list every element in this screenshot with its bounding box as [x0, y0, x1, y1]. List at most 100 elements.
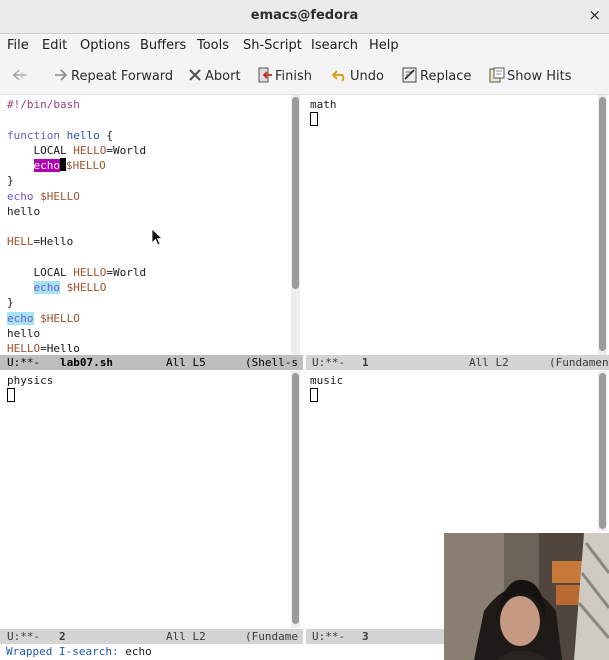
modeline-buffer-name[interactable]: 3 [362, 629, 369, 644]
menu-file[interactable]: File [7, 38, 29, 53]
code-text: #!/bin/bash function hello { LOCAL HELLO… [7, 97, 146, 355]
isearch-match: echo [7, 311, 34, 325]
buffer-line: music [310, 374, 344, 387]
isearch-current-match: echo [33, 159, 60, 172]
code-text-fragment: =Hello [33, 235, 74, 249]
code-text-fragment: hello [7, 326, 41, 340]
modeline-buffer-name[interactable]: lab07.sh [60, 355, 113, 370]
isearch-string: echo [125, 645, 152, 658]
show-hits-button[interactable]: Show Hits [489, 67, 571, 84]
undo-button[interactable]: Undo [332, 67, 384, 84]
show-hits-label: Show Hits [507, 69, 572, 84]
music-modeline[interactable]: U:**- 3 [306, 629, 444, 644]
modeline-status: U:**- [312, 630, 346, 643]
tool-bar: Repeat Forward Abort Finish Undo Replace… [0, 58, 609, 95]
window-title: emacs@fedora [250, 8, 359, 23]
physics-modeline[interactable]: U:**- 2 All L2 (Fundame [0, 629, 303, 644]
isearch-prompt: Wrapped I-search: [6, 645, 119, 658]
code-text-fragment: LOCAL [7, 265, 74, 279]
variable-name: HELLO [7, 342, 41, 355]
repeat-forward-label: Repeat Forward [71, 69, 174, 84]
variable-ref: $HELLO [66, 281, 107, 294]
code-line: } [7, 295, 146, 310]
x-icon [189, 69, 201, 81]
scrollbar-thumb[interactable] [292, 373, 299, 624]
menu-bar: File Edit Options Buffers Tools Sh-Scrip… [0, 34, 609, 58]
keyword: function [7, 128, 60, 142]
variable-ref: $HELLO [66, 159, 106, 172]
code-window[interactable]: #!/bin/bash function hello { LOCAL HELLO… [0, 95, 290, 355]
close-icon[interactable]: × [588, 6, 601, 24]
code-scrollbar[interactable] [291, 95, 300, 355]
finish-button[interactable]: Finish [257, 67, 312, 84]
modeline-buffer-name[interactable]: 2 [59, 629, 66, 644]
undo-icon [332, 70, 345, 82]
modeline-position: All L2 [166, 630, 206, 643]
math-scrollbar[interactable] [598, 95, 607, 355]
menu-sh-script[interactable]: Sh-Script [243, 38, 302, 53]
buffer-text: physics [7, 373, 53, 404]
code-line: hello [7, 204, 146, 219]
back-arrow-icon[interactable] [12, 67, 30, 84]
function-name: hello [66, 128, 100, 142]
code-line: #!/bin/bash [7, 97, 146, 112]
abort-label: Abort [205, 69, 241, 84]
menu-help[interactable]: Help [369, 38, 399, 53]
menu-tools[interactable]: Tools [197, 38, 229, 53]
finish-icon [258, 67, 272, 83]
code-text-fragment: } [7, 296, 14, 310]
physics-window[interactable]: physics [0, 371, 290, 628]
code-line: echo $HELLO [7, 189, 146, 204]
replace-label: Replace [420, 69, 472, 84]
isearch-match: echo [33, 281, 60, 294]
modeline-position: All L2 [469, 356, 509, 369]
modeline-buffer-name[interactable]: 1 [362, 355, 369, 370]
modeline-status: U:**- [7, 356, 41, 369]
math-window[interactable]: math [305, 95, 595, 355]
buffer-text: math [310, 97, 337, 128]
code-text-fragment: hello [7, 204, 41, 218]
forward-arrow-icon [55, 69, 68, 81]
variable-ref: $HELLO [40, 189, 80, 203]
code-modeline[interactable]: U:**- lab07.sh All L5 (Shell-s [0, 355, 303, 370]
repeat-forward-button[interactable]: Repeat Forward [53, 67, 173, 84]
code-line: function hello { [7, 128, 146, 143]
cursor-line [7, 388, 53, 403]
modeline-mode[interactable]: (Fundame [245, 629, 298, 644]
replace-button[interactable]: Replace [402, 67, 471, 84]
code-line: LOCAL HELLO=World [7, 143, 146, 158]
scrollbar-thumb[interactable] [599, 373, 606, 529]
physics-scrollbar[interactable] [291, 371, 300, 628]
code-line: hello [7, 326, 146, 341]
menu-buffers[interactable]: Buffers [140, 38, 186, 53]
text-cursor [7, 388, 15, 403]
menu-options[interactable]: Options [80, 38, 130, 53]
shebang: #!/bin/bash [7, 98, 80, 111]
buffer-line: math [310, 98, 337, 111]
scrollbar-thumb[interactable] [292, 97, 299, 289]
code-text-fragment: } [7, 174, 14, 188]
abort-button[interactable]: Abort [187, 67, 241, 84]
modeline-mode[interactable]: (Shell-s [245, 355, 298, 370]
buffer-text: music [310, 373, 343, 404]
menu-isearch[interactable]: Isearch [311, 38, 358, 53]
music-scrollbar[interactable] [598, 371, 607, 531]
code-line: LOCAL HELLO=World [7, 265, 146, 280]
code-text-fragment: { [99, 128, 113, 142]
variable-name: HELLO [73, 265, 107, 279]
modeline-mode[interactable]: (Fundamen [549, 355, 609, 370]
code-line: echo $HELLO [7, 280, 146, 295]
scrollbar-thumb[interactable] [599, 97, 606, 351]
modeline-status: U:**- [7, 630, 41, 643]
math-modeline[interactable]: U:**- 1 All L2 (Fundamen [306, 355, 609, 370]
builtin: echo [7, 189, 34, 203]
variable-ref: $HELLO [40, 311, 80, 325]
code-line: HELL=Hello [7, 234, 146, 249]
menu-edit[interactable]: Edit [42, 38, 67, 53]
webcam-video-image [444, 533, 609, 660]
replace-icon [402, 67, 417, 83]
code-line: HELLO=Hello [7, 341, 146, 355]
